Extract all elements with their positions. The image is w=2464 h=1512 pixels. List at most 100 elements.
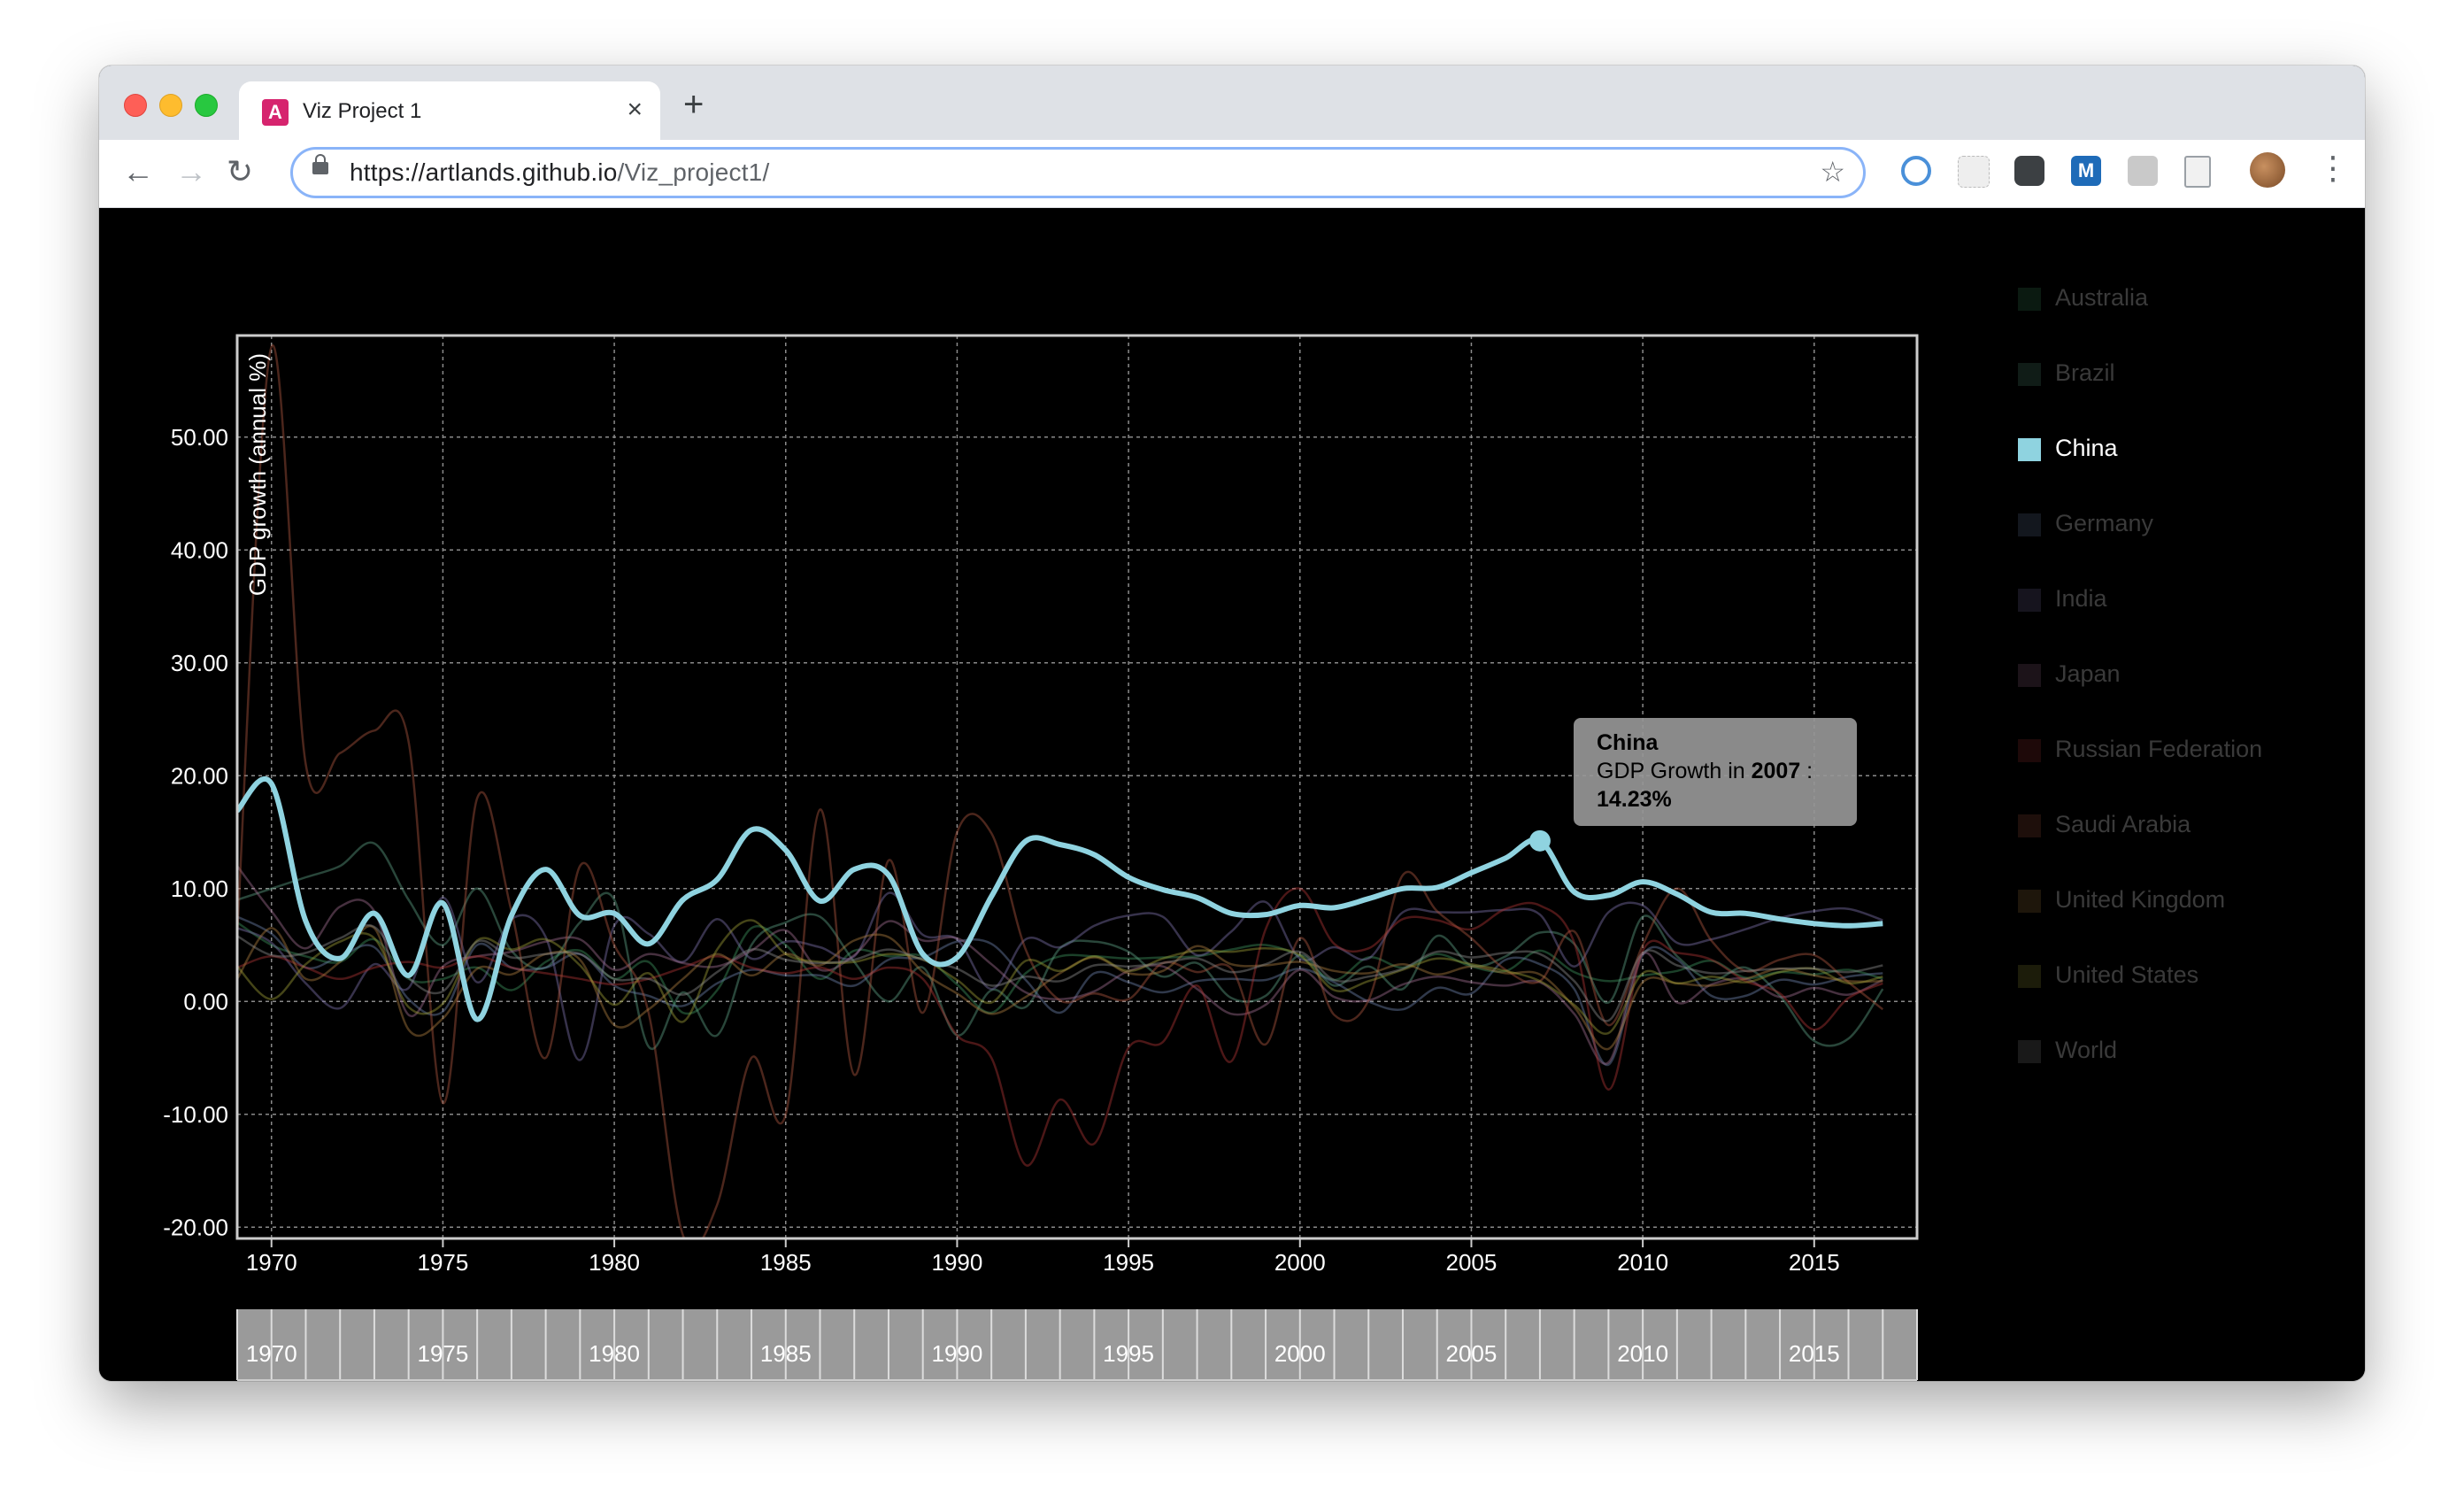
tab-strip: A Viz Project 1 × + [99, 66, 2365, 140]
legend-label: China [2055, 435, 2118, 461]
legend-label: Saudi Arabia [2055, 811, 2191, 837]
x-tick-label: 2015 [1789, 1249, 1840, 1276]
tooltip-prefix: GDP Growth in [1597, 759, 1752, 783]
y-tick-label: 10.00 [171, 876, 228, 902]
legend-item-brazil[interactable]: Brazil [2018, 354, 2337, 390]
legend-swatch [2018, 890, 2041, 913]
brush-tick-label: 2005 [1445, 1340, 1498, 1367]
favicon-icon: A [262, 99, 289, 126]
y-tick-label: 30.00 [171, 650, 228, 676]
new-tab-icon[interactable]: + [683, 87, 704, 122]
extension-dark-icon[interactable] [2014, 156, 2044, 186]
reload-icon[interactable]: ↻ [227, 152, 253, 191]
extension-document-icon[interactable] [2184, 156, 2211, 188]
x-tick-label: 1995 [1103, 1249, 1154, 1276]
window-maximize-button[interactable] [195, 94, 218, 117]
legend-item-world[interactable]: World [2018, 1031, 2337, 1067]
brush-axis-labels: 1970 1975 1980 1985 1990 1995 2000 2005 2010 2015 [99, 1340, 2365, 1393]
legend-item-china[interactable]: China [2018, 429, 2337, 465]
bookmark-star-icon[interactable]: ☆ [1820, 155, 1845, 189]
legend-item-united-states[interactable]: United States [2018, 956, 2337, 991]
y-tick-label: -10.00 [163, 1101, 228, 1128]
legend-item-saudi-arabia[interactable]: Saudi Arabia [2018, 806, 2337, 841]
legend-label: Australia [2055, 284, 2149, 311]
legend-swatch [2018, 513, 2041, 536]
legend-swatch [2018, 1040, 2041, 1063]
browser-toolbar: ← → ↻ https://artlands.github.io/Viz_pro… [99, 140, 2365, 208]
legend-swatch [2018, 288, 2041, 311]
tab-title: Viz Project 1 [303, 99, 422, 123]
legend-item-germany[interactable]: Germany [2018, 505, 2337, 540]
x-tick-label: 1990 [932, 1249, 983, 1276]
legend-swatch [2018, 363, 2041, 386]
legend-swatch [2018, 589, 2041, 612]
y-axis-label: GDP growth (annual %) [244, 353, 271, 596]
brush-tick-label: 1985 [759, 1340, 812, 1367]
x-tick-label: 2010 [1617, 1249, 1668, 1276]
y-tick-label: -20.00 [163, 1214, 228, 1240]
tooltip-country: China [1597, 730, 1659, 755]
url-host: https://artlands.github.io [350, 158, 618, 186]
x-tick-label: 1975 [417, 1249, 468, 1276]
tab-close-icon[interactable]: × [627, 94, 643, 126]
window-close-button[interactable] [124, 94, 147, 117]
address-bar[interactable]: https://artlands.github.io/Viz_project1/… [290, 147, 1866, 198]
legend-swatch [2018, 664, 2041, 687]
legend-item-russian-federation[interactable]: Russian Federation [2018, 730, 2337, 766]
tooltip-value: 14.23% [1597, 787, 1672, 812]
tooltip-separator: : [1800, 759, 1813, 783]
legend-item-united-kingdom[interactable]: United Kingdom [2018, 881, 2337, 916]
y-tick-label: 0.00 [183, 988, 228, 1014]
browser-menu-icon[interactable]: ⋮ [2317, 150, 2349, 186]
legend-label: World [2055, 1037, 2118, 1063]
extension-grid-icon[interactable] [1958, 156, 1990, 188]
x-tick-label: 1980 [589, 1249, 640, 1276]
tooltip: China GDP Growth in 2007 : 14.23% [1574, 718, 1857, 826]
legend-swatch [2018, 739, 2041, 762]
window-minimize-button[interactable] [159, 94, 182, 117]
url-path: /Viz_project1/ [617, 158, 770, 186]
legend-label: United States [2055, 961, 2199, 988]
brush-tick-label: 1995 [1103, 1340, 1155, 1367]
series-line-brazil [237, 841, 1884, 1051]
legend-label: Russian Federation [2055, 736, 2263, 762]
legend-item-australia[interactable]: Australia [2018, 279, 2337, 314]
legend-item-japan[interactable]: Japan [2018, 655, 2337, 690]
legend-item-india[interactable]: India [2018, 580, 2337, 615]
x-tick-label: 1970 [246, 1249, 297, 1276]
x-tick-label: 2000 [1274, 1249, 1326, 1276]
url-text: https://artlands.github.io/Viz_project1/ [350, 158, 769, 187]
browser-window: A Viz Project 1 × + ← → ↻ https://artlan… [99, 66, 2365, 1381]
y-tick-label: 40.00 [171, 536, 228, 563]
lock-icon [312, 154, 328, 174]
legend-swatch [2018, 438, 2041, 461]
brush-tick-label: 2000 [1274, 1340, 1326, 1367]
extension-m-icon[interactable]: M [2071, 156, 2101, 186]
back-icon[interactable]: ← [122, 152, 154, 191]
extension-gray-icon[interactable] [2128, 156, 2158, 186]
page-content: 50.00 40.00 30.00 20.00 10.00 0.00 -10.00 -20.0… [99, 208, 2365, 1381]
brush-tick-label: 1970 [245, 1340, 297, 1367]
brush-tick-label: 2015 [1788, 1340, 1840, 1367]
extension-circle-icon[interactable] [1901, 156, 1931, 186]
x-tick-label: 2005 [1446, 1249, 1498, 1276]
tooltip-year: 2007 [1751, 759, 1801, 783]
y-tick-label: 20.00 [171, 762, 228, 789]
legend-label: Japan [2055, 660, 2121, 687]
brush-tick-label: 1990 [931, 1340, 983, 1367]
brush-tick-label: 2010 [1617, 1340, 1669, 1367]
legend-swatch [2018, 814, 2041, 837]
browser-tab[interactable]: A Viz Project 1 × [239, 81, 660, 140]
brush-tick-label: 1980 [589, 1340, 640, 1367]
legend-label: India [2055, 585, 2107, 612]
brush-tick-label: 1975 [417, 1340, 469, 1367]
legend-swatch [2018, 965, 2041, 988]
profile-avatar[interactable] [2250, 152, 2285, 188]
legend-label: Germany [2055, 510, 2154, 536]
x-tick-label: 1985 [760, 1249, 812, 1276]
legend-label: United Kingdom [2055, 886, 2226, 913]
forward-icon[interactable]: → [175, 152, 207, 191]
legend-label: Brazil [2055, 359, 2115, 386]
y-tick-label: 50.00 [171, 424, 228, 451]
highlight-point [1528, 829, 1551, 852]
